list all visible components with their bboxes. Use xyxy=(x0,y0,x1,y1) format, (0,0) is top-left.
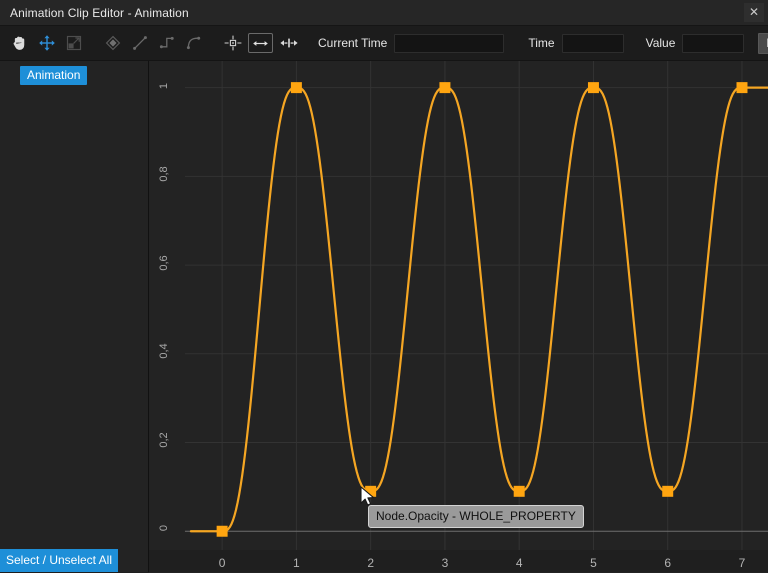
animation-clip-editor-window: Animation Clip Editor - Animation ✕ xyxy=(0,0,768,572)
move-arrows-icon[interactable] xyxy=(33,30,60,56)
fit-horizontal-icon[interactable] xyxy=(248,33,273,53)
window-title: Animation Clip Editor - Animation xyxy=(0,6,189,20)
expand-horizontal-icon[interactable] xyxy=(275,30,302,56)
y-tick-label: 0,6 xyxy=(158,250,170,276)
track-item-animation[interactable]: Animation xyxy=(20,66,87,85)
y-tick-label: 1 xyxy=(158,73,170,99)
x-tick-label: 4 xyxy=(516,556,523,570)
track-list-panel: Animation Select / Unselect All xyxy=(0,61,149,572)
pan-hand-icon[interactable] xyxy=(6,30,33,56)
x-tick-label: 1 xyxy=(293,556,300,570)
toolbar: Current Time Time Value Preferences xyxy=(0,26,768,61)
keyframe-diamond-icon[interactable] xyxy=(99,30,126,56)
curve-canvas[interactable] xyxy=(149,61,768,573)
value-label: Value xyxy=(646,36,676,50)
center-view-icon[interactable] xyxy=(219,30,246,56)
time-input[interactable] xyxy=(562,34,624,53)
editor-body: Animation Select / Unselect All 0 0,2 0,4 0… xyxy=(0,61,768,572)
close-icon[interactable]: ✕ xyxy=(744,3,764,22)
x-tick-label: 3 xyxy=(442,556,449,570)
preferences-button[interactable]: Preferences xyxy=(758,33,768,54)
time-label: Time xyxy=(528,36,554,50)
box-select-icon[interactable] xyxy=(60,30,87,56)
titlebar: Animation Clip Editor - Animation ✕ xyxy=(0,0,768,26)
y-tick-label: 0,4 xyxy=(158,338,170,364)
x-tick-label: 7 xyxy=(739,556,746,570)
value-input[interactable] xyxy=(682,34,744,53)
linear-interp-icon[interactable] xyxy=(126,30,153,56)
y-tick-label: 0 xyxy=(158,515,170,541)
current-time-label: Current Time xyxy=(318,36,387,50)
y-tick-label: 0,2 xyxy=(158,427,170,453)
x-tick-label: 6 xyxy=(664,556,671,570)
x-tick-label: 5 xyxy=(590,556,597,570)
x-tick-label: 2 xyxy=(367,556,374,570)
x-tick-label: 0 xyxy=(219,556,226,570)
ease-curve-icon[interactable] xyxy=(180,30,207,56)
curve-plot-area[interactable]: 00,20,40,60,81 01234567 Node.Opacity - W… xyxy=(149,61,768,572)
current-time-input[interactable] xyxy=(394,34,504,53)
select-unselect-all-button[interactable]: Select / Unselect All xyxy=(0,549,118,572)
y-tick-label: 0,8 xyxy=(158,161,170,187)
step-interp-icon[interactable] xyxy=(153,30,180,56)
